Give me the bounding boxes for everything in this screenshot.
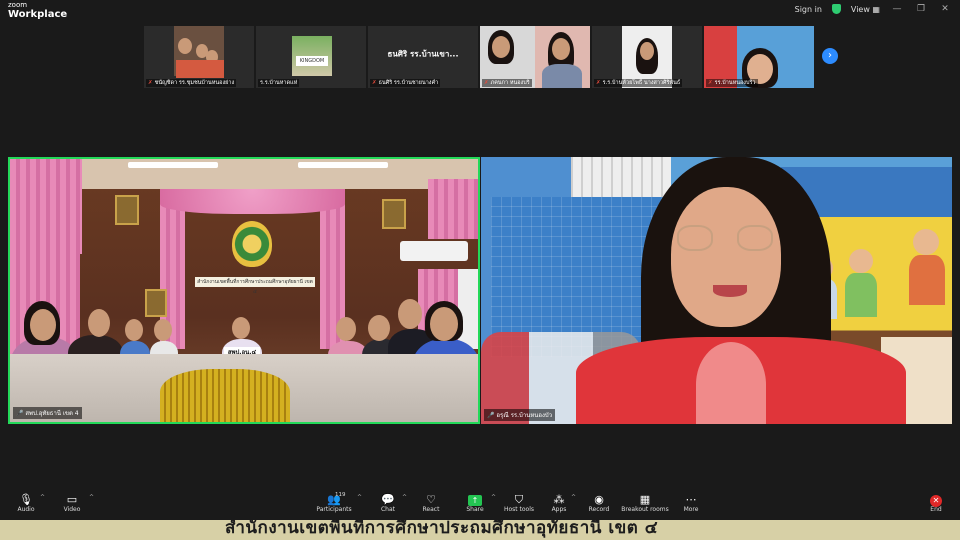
participants-label: Participants (316, 506, 352, 513)
end-button[interactable]: ✕ End (914, 493, 958, 513)
video-label: Video (63, 506, 81, 513)
apps-options-chevron-icon[interactable]: ^ (571, 494, 576, 501)
participant-thumbnail[interactable]: ✗ ภคนกา หนองบริ (480, 26, 590, 88)
chat-label: Chat (380, 506, 396, 513)
breakout-rooms-button[interactable]: ▦ Breakout rooms (619, 493, 671, 513)
encryption-shield-icon[interactable] (831, 4, 841, 14)
tile-name-label: 🎤 อรุณี รร.บ้านหนองบัว (484, 409, 556, 421)
thumbnail-name: ร.ร.บ้านหาดแห่ (260, 80, 298, 86)
participant-thumbnail[interactable]: ✗ รร.บ้านหนองบริว (704, 26, 814, 88)
view-button[interactable]: View ▦ (851, 5, 880, 14)
video-tile-meeting-room[interactable]: สำนักงานเขตพื้นที่การศึกษาประถมศึกษาอุทั… (8, 157, 480, 424)
caption-text: สำนักงานเขตพื้นที่การศึกษาประถมศึกษาอุทั… (225, 520, 659, 538)
record-button[interactable]: ◉ Record (577, 493, 621, 513)
bottom-caption-banner: สำนักงานเขตพื้นที่การศึกษาประถมศึกษาอุทั… (0, 520, 960, 540)
video-tile-speaker[interactable]: 🎤 อรุณี รร.บ้านหนองบัว (481, 157, 952, 424)
participant-thumbnail[interactable]: KINGDOM ร.ร.บ้านหาดแห่ (256, 26, 366, 88)
portrait-frame (145, 289, 167, 317)
mic-muted-icon: ✗ (372, 80, 377, 86)
breakout-label: Breakout rooms (621, 506, 669, 513)
camera-icon: ▭ (66, 493, 78, 506)
speaker-face (671, 187, 781, 327)
title-bar: zoom Workplace Sign in View ▦ — ❐ ✕ (0, 0, 960, 22)
audio-label: Audio (17, 506, 35, 513)
more-label: More (683, 506, 699, 513)
shield-icon: ⛉ (514, 493, 524, 506)
apps-label: Apps (551, 506, 567, 513)
thumbnail-name: ร.ร.บ้านห้วยโพธิ์ นางสาวศิริพันธ์ (602, 80, 681, 86)
chat-options-chevron-icon[interactable]: ^ (402, 494, 407, 501)
restore-icon[interactable]: ❐ (914, 4, 928, 14)
next-page-chevron-icon[interactable]: › (822, 48, 838, 64)
breakout-rooms-icon: ▦ (639, 493, 651, 506)
mural-child (849, 249, 873, 273)
end-label: End (930, 506, 942, 513)
view-label: View (850, 4, 870, 14)
participant-thumbnail[interactable]: ธนศิริ รร.บ้านเขา... ✗ ธนศิริ รร.บ้านชายน… (368, 26, 478, 88)
more-icon: ⋯ (685, 493, 697, 506)
glasses-icon (677, 225, 713, 251)
logo-line1: zoom (8, 1, 28, 9)
close-icon[interactable]: ✕ (938, 4, 952, 14)
participant-count: 119 (335, 492, 346, 498)
record-icon: ◉ (594, 493, 604, 506)
sign-in-link[interactable]: Sign in (795, 5, 822, 14)
participant-thumbnail-strip: ✗ ชนัญชิดา รร.ชุมชนบ้านหนองย่าง KINGDOM ร… (144, 26, 816, 88)
kingdom-sign: KINGDOM (296, 56, 328, 66)
minimize-icon[interactable]: — (890, 4, 904, 14)
video-button[interactable]: ▭ Video (50, 493, 94, 513)
thumbnail-name: ธนศิริ รร.บ้านชายนางคำ (378, 80, 439, 86)
participants-icon: 👥 (327, 493, 341, 506)
portrait-frame (115, 195, 139, 225)
logo-line2: Workplace (8, 9, 68, 20)
tile-name-label: 🎤 สพป.อุทัยธานี เขต 4 (13, 407, 82, 419)
host-tools-button[interactable]: ⛉ Host tools (497, 493, 541, 513)
react-button[interactable]: ♡ React (409, 493, 453, 513)
audio-options-chevron-icon[interactable]: ^ (40, 494, 45, 501)
tile-name-text: อรุณี รร.บ้านหนองบัว (496, 412, 553, 419)
zoom-logo: zoom Workplace (8, 2, 67, 20)
thumbnail-name: ภคนกา หนองบริ (490, 80, 530, 86)
thumbnail-display-name: ธนศิริ รร.บ้านเขา... (387, 49, 459, 59)
office-emblem-icon (232, 221, 272, 267)
portrait-frame (382, 199, 406, 229)
participants-button[interactable]: 👥 119 Participants (311, 492, 357, 513)
thumbnail-name: ชนัญชิดา รร.ชุมชนบ้านหนองย่าง (154, 80, 235, 86)
heart-icon: ♡ (426, 493, 436, 506)
host-tools-label: Host tools (503, 506, 535, 513)
mic-muted-icon: ✗ (484, 80, 489, 86)
mic-muted-icon: ✗ (596, 80, 601, 86)
share-options-chevron-icon[interactable]: ^ (491, 494, 496, 501)
table-centerpiece (160, 369, 290, 422)
share-screen-icon: ↑ (468, 495, 482, 506)
participants-options-chevron-icon[interactable]: ^ (357, 494, 362, 501)
video-options-chevron-icon[interactable]: ^ (89, 494, 94, 501)
participant-thumbnail[interactable]: ✗ ชนัญชิดา รร.ชุมชนบ้านหนองย่าง (144, 26, 254, 88)
react-label: React (422, 506, 440, 513)
air-conditioner (400, 241, 468, 261)
record-label: Record (588, 506, 610, 513)
thumbnail-name: รร.บ้านหนองบริว (714, 80, 756, 86)
participant-thumbnail[interactable]: ✗ ร.ร.บ้านห้วยโพธิ์ นางสาวศิริพันธ์ (592, 26, 702, 88)
mural-child (913, 229, 939, 255)
room-banner: สำนักงานเขตพื้นที่การศึกษาประถมศึกษาอุทั… (195, 277, 315, 295)
mic-muted-icon: ✗ (148, 80, 153, 86)
mic-muted-icon: ✗ (708, 80, 713, 86)
tile-name-text: สพป.อุทัยธานี เขต 4 (25, 410, 79, 417)
more-button[interactable]: ⋯ More (669, 493, 713, 513)
meeting-toolbar: 🎙 Audio ^ ▭ Video ^ 👥 119 Participants ^… (0, 490, 960, 520)
share-label: Share (466, 506, 484, 513)
